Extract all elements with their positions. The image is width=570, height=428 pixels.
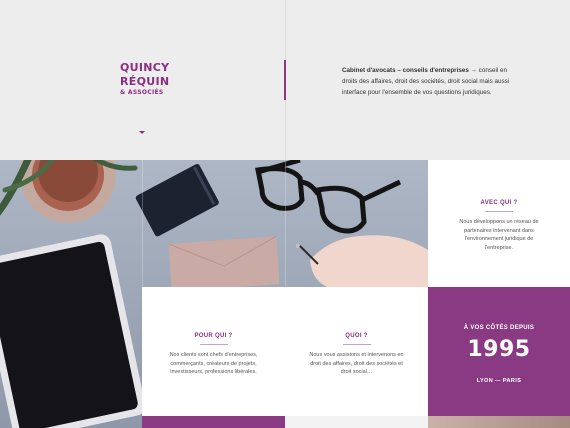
since-label: À VOS CÔTÉS DEPUIS (463, 325, 535, 331)
card-pour-qui: POUR QUI ? Nos clients sont chefs d'entr… (142, 287, 285, 416)
card-quoi: QUOI ? Nous vous assistons et intervenon… (285, 287, 428, 416)
logo-line-3: & ASSOCIÉS (120, 89, 164, 96)
intro-bold: Cabinet d'avocats – conseils d'entrepris… (342, 67, 469, 74)
scroll-down-caret-icon[interactable] (139, 131, 145, 134)
card-underline (342, 344, 371, 345)
card-text: Nous développons un réseau de partenaire… (459, 219, 539, 251)
card-underline (199, 344, 228, 345)
card-title: QUOI ? (345, 333, 368, 339)
logo-line-1: QUINCY (120, 61, 170, 74)
footer-strip-photo (428, 416, 570, 428)
logo-line-2: RÉQUIN (120, 75, 170, 88)
footer-strip-purple (142, 416, 285, 428)
card-text: Nos clients sont chefs d'entreprises, co… (169, 352, 258, 375)
card-avec-qui: AVEC QUI ? Nous développons un réseau de… (428, 160, 570, 287)
logo[interactable]: QUINCY RÉQUIN & ASSOCIÉS (120, 62, 169, 96)
card-text: Nous vous assistons et intervenons en dr… (309, 352, 404, 375)
card-title: POUR QUI ? (194, 333, 233, 339)
card-title: AVEC QUI ? (480, 200, 518, 206)
since-block: À VOS CÔTÉS DEPUIS 1995 LYON — PARIS (428, 287, 570, 416)
since-cities: LYON — PARIS (476, 378, 522, 384)
intro-text: Cabinet d'avocats – conseils d'entrepris… (342, 65, 517, 98)
since-year: 1995 (467, 337, 531, 362)
card-underline (485, 211, 513, 212)
accent-bar (284, 60, 286, 100)
site-header: QUINCY RÉQUIN & ASSOCIÉS Cabinet d'avoca… (0, 0, 570, 160)
footer-strip-light (285, 416, 428, 428)
